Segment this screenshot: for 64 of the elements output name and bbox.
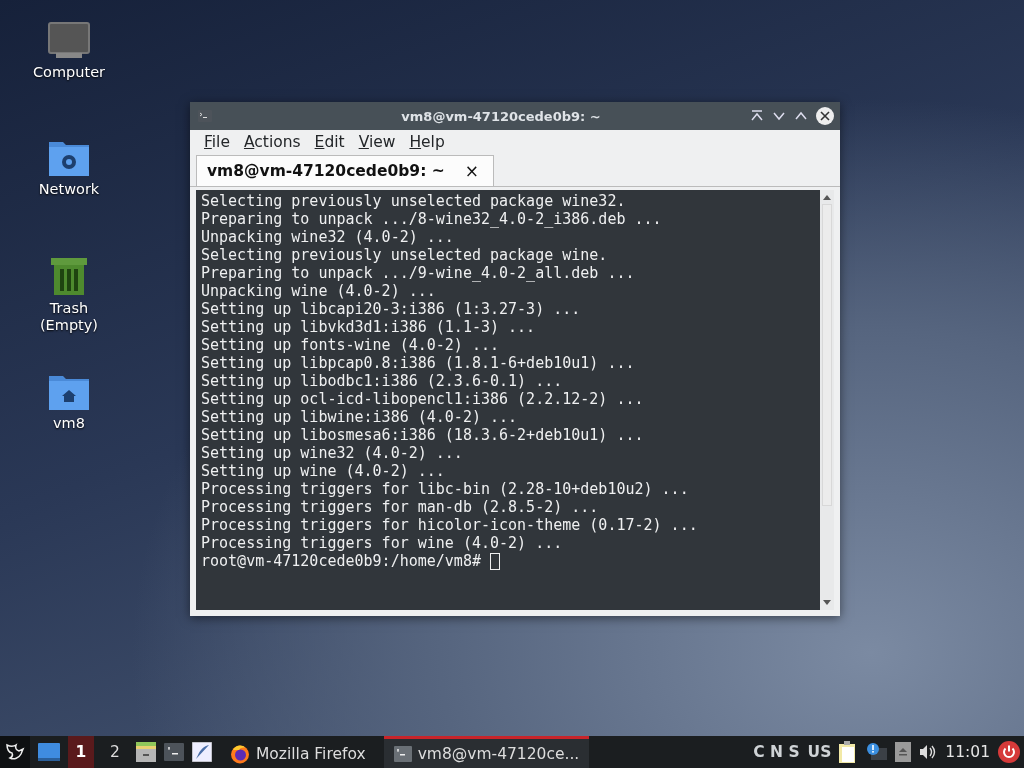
maximize-icon[interactable] <box>794 110 808 122</box>
keep-above-icon[interactable] <box>750 110 764 122</box>
scroll-up-icon[interactable] <box>823 194 831 200</box>
home-folder-icon[interactable] <box>48 373 90 411</box>
output-line: Setting up wine (4.0-2) ... <box>201 462 446 480</box>
clock[interactable]: 11:01 <box>945 743 990 761</box>
eject-icon[interactable] <box>895 742 912 762</box>
output-line: Selecting previously unselected package wine32. <box>201 192 627 210</box>
keyboard-layout[interactable]: US <box>807 743 832 761</box>
output-line: Unpacking wine (4.0-2) ... <box>201 282 437 300</box>
monitor-icon[interactable] <box>48 22 90 60</box>
output-line: Setting up libvkd3d1:i386 (1.1-3) ... <box>201 318 537 336</box>
scrollbar[interactable] <box>820 190 834 610</box>
menu-item[interactable]: View <box>352 133 402 151</box>
output-line: Setting up libwine:i386 (4.0-2) ... <box>201 408 519 426</box>
file-cabinet-icon[interactable] <box>136 742 156 762</box>
output-line: Processing triggers for man-db (2.8.5-2) ... <box>201 498 600 516</box>
icon-label[interactable]: Network <box>38 181 100 198</box>
terminal-icon[interactable] <box>198 110 212 122</box>
close-icon[interactable] <box>816 107 834 125</box>
power-icon[interactable] <box>998 741 1020 763</box>
network-folder-icon[interactable] <box>48 139 90 177</box>
task-button[interactable]: Mozilla Firefox <box>220 736 376 768</box>
bird-icon <box>4 741 26 763</box>
output-line: Setting up libcapi20-3:i386 (1:3.27-3) ... <box>201 300 582 318</box>
output-line: Unpacking wine32 (4.0-2) ... <box>201 228 455 246</box>
workspace-button[interactable]: 2 <box>102 736 128 768</box>
menu-item[interactable]: Help <box>403 133 451 151</box>
clipboard-icon[interactable] <box>839 741 858 763</box>
output-line: Processing triggers for hicolor-icon-theme (0.17-2) ... <box>201 516 699 534</box>
output-line: Setting up libpcap0.8:i386 (1.8.1-6+deb10u1) ... <box>201 354 636 372</box>
firefox-icon <box>230 743 250 764</box>
output-line: Selecting previously unselected package wine. <box>201 246 609 264</box>
output-line: Preparing to unpack .../8-wine32_4.0-2_i386.deb ... <box>201 210 663 228</box>
shell-prompt: root@vm-47120cede0b9:/home/vm8# <box>201 552 481 570</box>
output-line: Setting up libodbc1:i386 (2.3.6-0.1) ... <box>201 372 564 390</box>
output-line: Setting up libosmesa6:i386 (18.3.6-2+deb10u1) ... <box>201 426 645 444</box>
quill-paper-icon[interactable] <box>192 742 212 762</box>
terminal-icon[interactable] <box>164 743 184 761</box>
output-line: Processing triggers for wine (4.0-2) ... <box>201 534 564 552</box>
scroll-down-icon[interactable] <box>823 600 831 606</box>
menu-item[interactable]: File <box>198 133 236 151</box>
menu-item[interactable]: Actions <box>237 133 307 151</box>
workspace-button[interactable]: 1 <box>68 736 94 768</box>
icon-label[interactable]: Trash (Empty) <box>39 300 99 334</box>
icon-label[interactable]: vm8 <box>53 415 85 432</box>
output-line: Setting up wine32 (4.0-2) ... <box>201 444 464 462</box>
text-cursor <box>489 552 500 570</box>
trash-icon[interactable] <box>50 256 88 296</box>
minimize-icon[interactable] <box>772 110 786 122</box>
output-line: Processing triggers for libc-bin (2.28-10+deb10u2) ... <box>201 480 690 498</box>
lock-keys-indicator[interactable]: C N S <box>753 743 800 761</box>
window-title: vm8@vm-47120cede0b9: ~ <box>400 108 602 124</box>
output-line: Preparing to unpack .../9-wine_4.0-2_all.deb ... <box>201 264 636 282</box>
notification-icon[interactable] <box>865 742 888 762</box>
volume-icon[interactable] <box>919 744 938 760</box>
task-button[interactable]: vm8@vm-47120ce... <box>383 736 590 768</box>
app-menu-button[interactable] <box>0 736 30 768</box>
terminal-icon <box>393 745 412 762</box>
output-line: Setting up fonts-wine (4.0-2) ... <box>201 336 500 354</box>
terminal-tab[interactable]: vm8@vm-47120cede0b9: ~ × <box>196 155 494 186</box>
menu-item[interactable]: Edit <box>308 133 351 151</box>
output-line: Setting up ocl-icd-libopencl1:i386 (2.2.12-2) ... <box>201 390 645 408</box>
icon-label[interactable]: Computer <box>32 64 106 81</box>
